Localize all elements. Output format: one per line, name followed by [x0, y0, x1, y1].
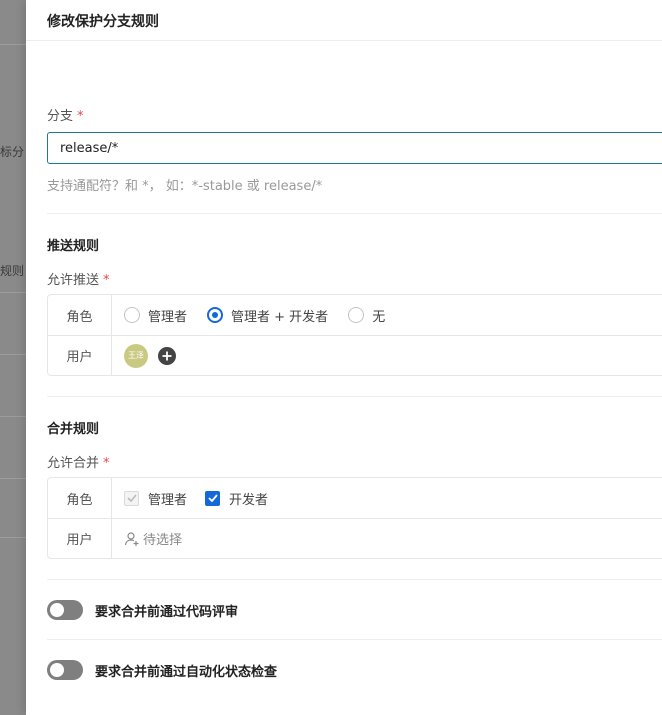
allow-merge-label: 允许合并 *: [47, 452, 110, 471]
allow-push-label: 允许推送 *: [47, 269, 110, 288]
add-user-icon: [124, 531, 139, 546]
toggle-label: 要求合并前通过自动化状态检查: [95, 664, 278, 680]
radio-label: 管理者 + 开发者: [231, 309, 329, 325]
push-role-none-radio[interactable]: 无: [348, 306, 385, 325]
merge-user-select[interactable]: 待选择: [112, 529, 182, 548]
required-mark: *: [77, 109, 84, 124]
branch-label-text: 分支: [47, 109, 74, 124]
branch-input[interactable]: release/*: [47, 132, 662, 164]
push-permission-table: 角色 管理者 管理者 + 开发者 无 用户 王泽: [47, 294, 662, 376]
status-check-toggle-row: 要求合并前通过自动化状态检查: [47, 660, 277, 680]
merge-permission-table: 角色 管理者 开发者 用户 待选择: [47, 477, 662, 559]
checkbox-checked-icon: [205, 490, 221, 506]
radio-unchecked-icon: [124, 307, 140, 323]
merge-role-dev-checkbox[interactable]: 开发者: [205, 489, 268, 508]
edit-protected-branch-drawer: 修改保护分支规则 分支 * release/* 支持通配符？和 *， 如：*-st…: [26, 0, 662, 715]
drawer-title: 修改保护分支规则: [47, 13, 159, 30]
section-divider: [47, 639, 662, 640]
push-rules-title: 推送规则: [47, 239, 100, 254]
add-user-button[interactable]: [158, 346, 176, 365]
branch-label: 分支 *: [47, 105, 84, 124]
background-divider: [0, 416, 26, 417]
background-text: 规则: [0, 264, 25, 278]
radio-label: 管理者: [148, 309, 188, 325]
avatar[interactable]: 王泽: [124, 343, 148, 368]
merge-rules-title: 合并规则: [47, 422, 100, 437]
push-role-admin-radio[interactable]: 管理者: [124, 306, 187, 325]
section-divider: [47, 213, 662, 214]
checkbox-label: 开发者: [229, 492, 269, 508]
plus-icon: [162, 351, 172, 360]
user-select-trigger[interactable]: 待选择: [124, 529, 182, 548]
section-divider: [47, 579, 662, 580]
background-divider: [0, 354, 26, 355]
background-divider: [0, 292, 26, 293]
user-key: 用户: [48, 336, 112, 375]
radio-unchecked-icon: [348, 307, 365, 323]
user-select-placeholder: 待选择: [143, 533, 183, 548]
required-mark: *: [103, 456, 110, 471]
code-review-toggle-row: 要求合并前通过代码评审: [47, 600, 238, 620]
allow-push-label-text: 允许推送: [47, 273, 100, 288]
push-role-options: 管理者 管理者 + 开发者 无: [112, 306, 405, 325]
branch-input-value: release/*: [60, 140, 119, 156]
push-user-list: 王泽: [112, 343, 176, 368]
required-mark: *: [103, 273, 110, 288]
branch-hint: 支持通配符？和 *， 如：*-stable 或 release/*: [47, 179, 323, 194]
radio-label: 无: [372, 309, 386, 325]
drawer-header: 修改保护分支规则: [26, 0, 662, 41]
checkbox-label: 管理者: [148, 492, 188, 508]
merge-role-options: 管理者 开发者: [112, 489, 288, 508]
background-divider: [0, 537, 26, 538]
allow-merge-label-text: 允许合并: [47, 456, 100, 471]
background-page: 标分 规则: [0, 0, 26, 715]
merge-user-row: 用户 待选择: [48, 518, 662, 558]
role-key: 角色: [48, 478, 112, 518]
merge-role-row: 角色 管理者 开发者: [48, 478, 662, 518]
push-role-admin-dev-radio[interactable]: 管理者 + 开发者: [207, 306, 328, 325]
code-review-toggle[interactable]: [47, 600, 83, 620]
toggle-label: 要求合并前通过代码评审: [95, 604, 239, 620]
status-check-toggle[interactable]: [47, 660, 83, 680]
background-text: 标分: [0, 145, 25, 159]
radio-checked-icon: [207, 307, 224, 323]
merge-role-admin-checkbox[interactable]: 管理者: [124, 489, 187, 508]
section-divider: [47, 396, 662, 397]
push-user-row: 用户 王泽: [48, 335, 662, 375]
checkbox-disabled-checked-icon: [124, 490, 139, 506]
push-role-row: 角色 管理者 管理者 + 开发者 无: [48, 295, 662, 335]
background-divider: [0, 478, 26, 479]
role-key: 角色: [48, 295, 112, 335]
user-key: 用户: [48, 519, 112, 558]
background-divider: [0, 44, 26, 45]
